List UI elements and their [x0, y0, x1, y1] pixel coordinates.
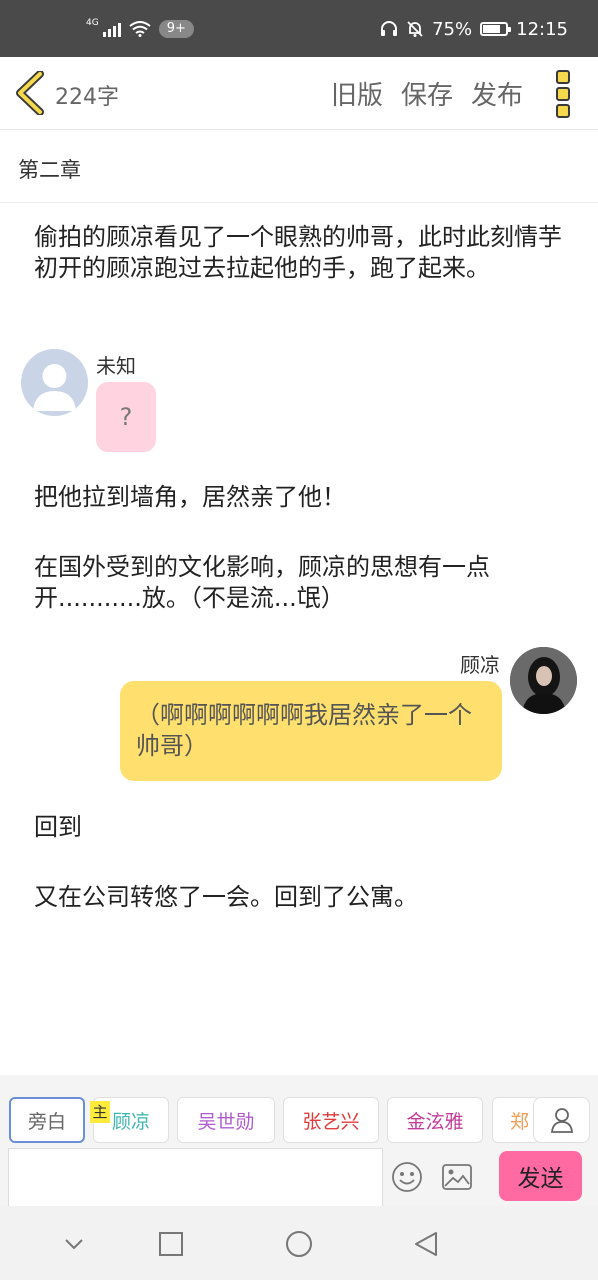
role-label: 顾凉 [111, 1110, 150, 1133]
photo-avatar-icon [510, 647, 577, 714]
more-vertical-icon[interactable] [556, 70, 574, 118]
back-chevron-icon[interactable] [14, 71, 48, 115]
chapter-title: 第二章 [18, 158, 81, 182]
headset-icon [381, 21, 398, 36]
role-bar: 旁白 顾凉 主 吴世勋 张艺兴 金泫雅 郑 发送 [0, 1075, 598, 1206]
default-avatar-icon [33, 364, 76, 411]
narration-paragraph[interactable]: 又在公司转悠了一会。回到了公寓。 [34, 882, 579, 913]
triangle-back-icon[interactable] [412, 1230, 440, 1258]
dialogue-bubble[interactable]: ? [96, 382, 156, 452]
battery-percent: 75% [432, 18, 473, 40]
role-chip-jin-xuanya[interactable]: 金泫雅 [387, 1097, 483, 1143]
save-button[interactable]: 保存 [401, 75, 453, 112]
publish-button[interactable]: 发布 [471, 75, 523, 112]
narration-paragraph[interactable]: 在国外受到的文化影响，顾凉的思想有一点开...........放。（不是流...… [34, 552, 579, 614]
mute-bell-icon [407, 21, 423, 37]
speaker-name: 未知 [96, 354, 136, 378]
role-chip-wu-shixun[interactable]: 吴世勋 [177, 1097, 275, 1143]
chapter-title-field[interactable]: 第二章 [0, 130, 598, 203]
main-role-tag: 主 [90, 1101, 110, 1123]
narration-paragraph[interactable]: 偷拍的顾凉看见了一个眼熟的帅哥，此时此刻情芋初开的顾凉跑过去拉起他的手，跑了起来… [34, 222, 579, 284]
chevron-down-icon[interactable] [60, 1230, 88, 1258]
old-version-button[interactable]: 旧版 [331, 75, 383, 112]
wifi-icon [129, 21, 151, 37]
role-label: 金泫雅 [406, 1110, 464, 1133]
avatar[interactable] [510, 647, 577, 714]
role-chip-zhang-yixing[interactable]: 张艺兴 [283, 1097, 379, 1143]
battery-fill [483, 25, 501, 33]
role-label: 吴世勋 [197, 1110, 255, 1133]
dialogue-bubble[interactable]: （啊啊啊啊啊啊我居然亲了一个帅哥） [120, 681, 502, 781]
clock: 12:15 [516, 18, 568, 40]
narration-paragraph[interactable]: 把他拉到墙角，居然亲了他！ [34, 482, 579, 513]
editor-header: 224字 旧版 保存 发布 [0, 57, 598, 130]
system-nav-bar [0, 1206, 598, 1280]
signal-icon [102, 21, 121, 37]
message-input[interactable] [8, 1148, 383, 1206]
role-label: 张艺兴 [302, 1110, 360, 1133]
speaker-name: 顾凉 [460, 653, 500, 677]
avatar[interactable] [21, 349, 88, 416]
network-type: 4G [86, 18, 99, 28]
send-button[interactable]: 发送 [499, 1151, 582, 1201]
status-left: 4G 9+ [86, 18, 194, 40]
battery-icon [480, 22, 512, 36]
role-label: 旁白 [27, 1110, 66, 1133]
square-recent-icon[interactable] [157, 1230, 185, 1258]
role-chip-narration[interactable]: 旁白 [9, 1097, 85, 1143]
word-count: 224字 [55, 85, 119, 110]
image-icon[interactable] [441, 1163, 473, 1191]
status-right: 75% 12:15 [380, 18, 568, 40]
emoji-icon[interactable] [391, 1161, 423, 1193]
circle-home-icon[interactable] [285, 1230, 313, 1258]
narration-paragraph[interactable]: 回到 [34, 812, 579, 843]
role-label: 郑 [510, 1110, 530, 1133]
status-bar: 4G 9+ 75% 12:15 [0, 0, 598, 57]
add-role-button[interactable] [533, 1097, 590, 1143]
notification-badge: 9+ [158, 20, 194, 38]
person-icon [550, 1108, 573, 1133]
